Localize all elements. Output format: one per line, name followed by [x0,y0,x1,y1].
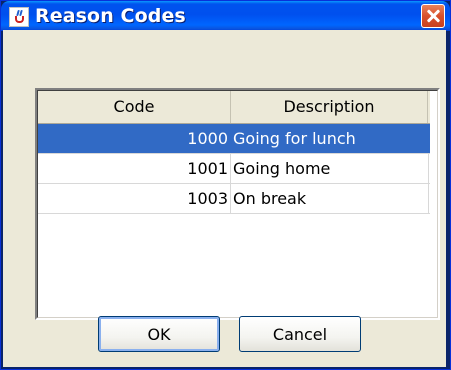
reason-codes-table[interactable]: Code Description 1000 Going for lunch 10… [35,88,440,320]
title-bar[interactable]: Reason Codes [1,1,450,31]
column-header-description[interactable]: Description [231,91,428,123]
table-row[interactable]: 1003 On break [38,184,430,214]
table-row[interactable]: 1001 Going home [38,154,430,184]
cell-code: 1003 [38,184,231,213]
table-body: 1000 Going for lunch 1001 Going home 100… [38,124,430,214]
column-header-code[interactable]: Code [38,91,231,123]
cell-code: 1001 [38,154,231,183]
cell-code: 1000 [38,124,231,153]
close-button[interactable] [421,4,445,28]
ok-button[interactable]: OK [98,316,220,352]
dialog-client-area: Code Description 1000 Going for lunch 10… [3,30,446,367]
cell-description: On break [232,184,429,213]
cell-description: Going for lunch [232,124,429,153]
table-header: Code Description [38,91,430,124]
window-title: Reason Codes [35,5,186,27]
cell-description: Going home [232,154,429,183]
java-cup-icon [9,7,29,27]
cancel-button[interactable]: Cancel [239,316,361,352]
table-row[interactable]: 1000 Going for lunch [38,124,430,154]
table-viewport: Code Description 1000 Going for lunch 10… [37,90,438,318]
